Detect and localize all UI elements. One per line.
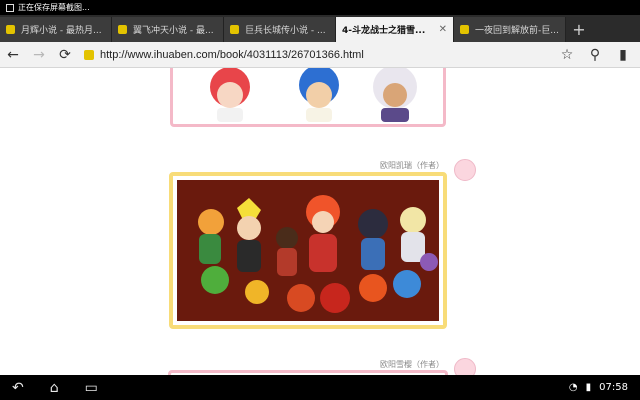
screenshot-notification-icon [6, 3, 14, 12]
new-tab-button[interactable]: + [566, 17, 592, 42]
favicon-icon [6, 25, 15, 34]
site-favicon-icon [84, 49, 94, 60]
favicon-icon [460, 25, 469, 34]
author-label: 欧阳雪樱（作者） [380, 360, 444, 369]
story-image-top [170, 68, 446, 127]
image-background [177, 180, 439, 321]
page-content[interactable]: 欧阳凯瑞（作者） 欧阳雪樱（作者） [0, 68, 640, 375]
favicon-icon [230, 25, 239, 34]
wifi-icon: ◔ [568, 382, 578, 393]
tab-3[interactable]: 巨兵长城传小说 - ... [224, 17, 336, 42]
status-notification-text: 正在保存屏幕截图... [18, 3, 90, 12]
tab-label: 一夜回到解放前-巨... [475, 26, 559, 36]
status-bar: 正在保存屏幕截图... [0, 0, 640, 15]
tab-label: 翼飞冲天小说 - 最... [133, 26, 214, 36]
tab-2[interactable]: 翼飞冲天小说 - 最... [112, 17, 224, 42]
bookmark-star-icon[interactable]: ☆ [560, 48, 574, 62]
clock: 07:58 [599, 382, 628, 393]
tab-4-active[interactable]: 4-斗龙战士之猎雪... ✕ [336, 17, 454, 42]
story-image-main [169, 172, 447, 329]
tab-5[interactable]: 一夜回到解放前-巨... [454, 17, 566, 42]
back-arrow-icon[interactable]: ← [6, 48, 20, 62]
tab-1[interactable]: 月辉小说 - 最热月... [0, 17, 112, 42]
battery-icon: ▮ [585, 382, 592, 393]
reload-icon[interactable]: ⟳ [58, 48, 72, 62]
address-bar[interactable]: http://www.ihuaben.com/book/4031113/2670… [84, 49, 548, 61]
author-avatar[interactable] [454, 358, 476, 375]
tab-strip: 月辉小说 - 最热月... 翼飞冲天小说 - 最... 巨兵长城传小说 - ..… [0, 15, 640, 42]
search-icon[interactable]: ⚲ [588, 48, 602, 62]
recent-apps-icon[interactable]: ▭ [85, 380, 98, 396]
home-icon[interactable]: ⌂ [50, 380, 59, 396]
chibi-characters-image [210, 68, 417, 122]
close-tab-icon[interactable]: ✕ [439, 24, 447, 35]
bookmarks-icon[interactable]: ▮ [616, 48, 630, 62]
favicon-icon [118, 25, 127, 34]
chibi-group-image [177, 180, 439, 321]
tab-label: 4-斗龙战士之猎雪... [342, 26, 426, 36]
browser-toolbar: ← → ⟳ http://www.ihuaben.com/book/403111… [0, 42, 640, 68]
author-avatar[interactable] [454, 159, 476, 181]
back-icon[interactable]: ↶ [12, 380, 24, 396]
forward-arrow-icon[interactable]: → [32, 48, 46, 62]
author-label: 欧阳凯瑞（作者） [380, 161, 444, 170]
tab-label: 月辉小说 - 最热月... [21, 26, 102, 36]
system-navigation-bar: ↶ ⌂ ▭ ◔ ▮ 07:58 [0, 375, 640, 400]
tab-label: 巨兵长城传小说 - ... [245, 26, 326, 36]
url-text[interactable]: http://www.ihuaben.com/book/4031113/2670… [100, 49, 364, 61]
